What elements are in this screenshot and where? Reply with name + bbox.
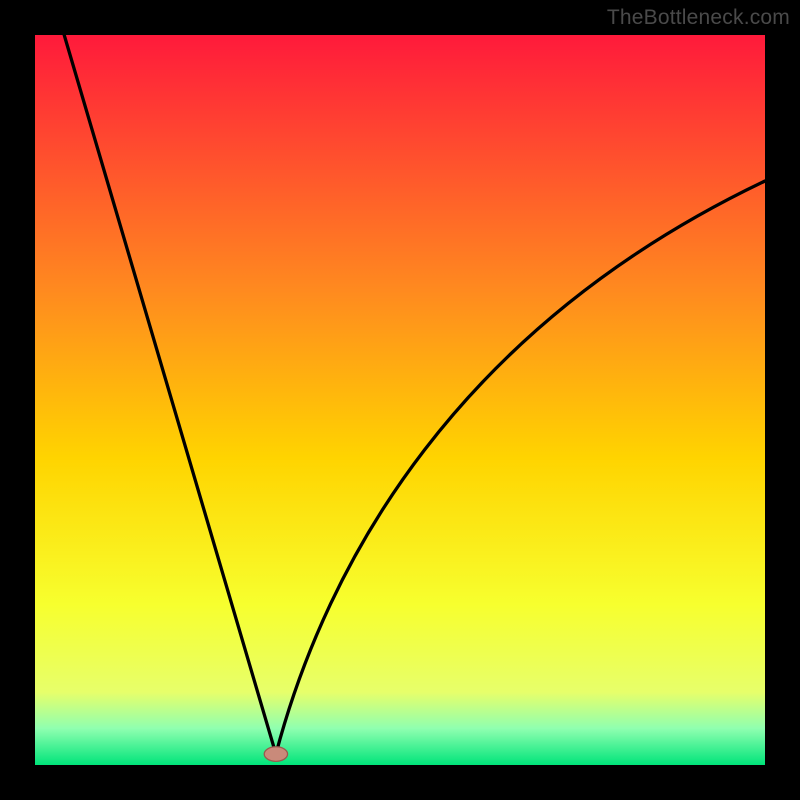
chart-frame: TheBottleneck.com: [0, 0, 800, 800]
plot-area: [35, 35, 765, 765]
gradient-background: [35, 35, 765, 765]
cusp-marker: [264, 747, 287, 762]
watermark-text: TheBottleneck.com: [607, 6, 790, 30]
chart-svg: [35, 35, 765, 765]
